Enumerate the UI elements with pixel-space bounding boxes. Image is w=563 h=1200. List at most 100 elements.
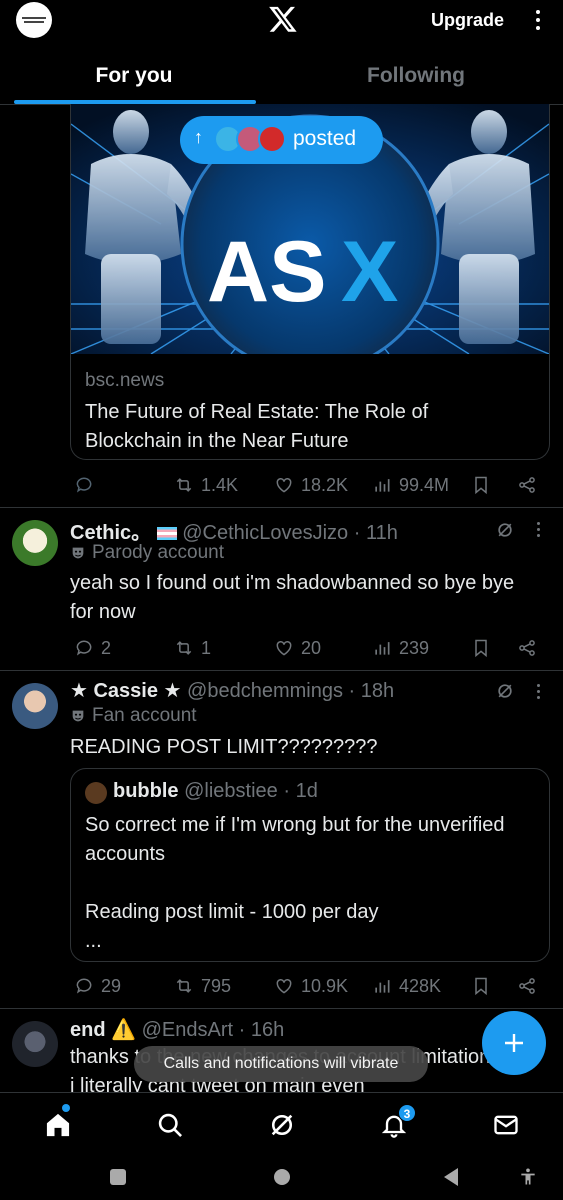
like-count: 20 bbox=[301, 637, 322, 658]
quoted-name: bubble bbox=[113, 780, 179, 802]
post-time: · 16h bbox=[238, 1019, 285, 1041]
author-name: Cethic。 bbox=[70, 522, 152, 544]
author-name: ★ Cassie ★ bbox=[70, 680, 182, 702]
account-label-text: Parody account bbox=[92, 542, 225, 563]
bookmark-button[interactable] bbox=[471, 470, 491, 500]
account-label: Parody account bbox=[70, 542, 224, 564]
recents-icon[interactable] bbox=[110, 1169, 126, 1185]
repost-count: 1 bbox=[201, 637, 212, 658]
upgrade-button[interactable]: Upgrade bbox=[431, 10, 504, 31]
reply-button[interactable]: 29 bbox=[74, 971, 121, 1001]
views-button[interactable]: 99.4M bbox=[372, 470, 449, 500]
account-label: Fan account bbox=[70, 705, 197, 727]
bottom-navigation bbox=[0, 1092, 563, 1156]
reply-icon bbox=[76, 978, 92, 994]
accessibility-icon[interactable] bbox=[518, 1166, 538, 1188]
reply-button[interactable]: 2 bbox=[74, 633, 111, 663]
reply-button[interactable] bbox=[74, 470, 101, 500]
quoted-time: · 1d bbox=[283, 780, 318, 802]
quoted-text: So correct me if I'm wrong but for the u… bbox=[85, 814, 505, 952]
home-circle-icon[interactable] bbox=[274, 1169, 290, 1185]
top-bar: Upgrade For you Following bbox=[0, 0, 563, 104]
repost-count: 795 bbox=[201, 975, 232, 996]
post-author[interactable]: Cethic。 @CethicLovesJizo · 11h bbox=[70, 516, 398, 545]
like-button[interactable]: 20 bbox=[274, 633, 321, 663]
avatar[interactable] bbox=[12, 1021, 58, 1067]
arrow-up-icon: ↑ bbox=[194, 127, 203, 147]
link-card-domain: bsc.news bbox=[85, 370, 165, 391]
quoted-avatar bbox=[85, 782, 107, 804]
post-text: READING POST LIMIT????????? bbox=[70, 736, 378, 758]
grok-icon[interactable] bbox=[495, 520, 515, 540]
messages-icon[interactable] bbox=[492, 1111, 520, 1139]
repost-icon bbox=[176, 641, 192, 655]
promoted-action-bar: 1.4K 18.2K 99.4M bbox=[70, 470, 550, 500]
post-text: yeah so I found out i'm shadowbanned so … bbox=[70, 572, 515, 623]
share-button[interactable] bbox=[517, 971, 537, 1001]
share-icon bbox=[519, 477, 535, 493]
fan-mask-icon bbox=[72, 710, 84, 722]
repost-icon bbox=[176, 478, 192, 492]
bookmark-button[interactable] bbox=[471, 971, 491, 1001]
repost-button[interactable]: 1 bbox=[174, 633, 211, 663]
share-button[interactable] bbox=[517, 470, 537, 500]
like-count: 10.9K bbox=[301, 975, 349, 996]
post-more-icon[interactable] bbox=[537, 684, 541, 700]
more-options-icon[interactable] bbox=[531, 8, 545, 32]
post-author[interactable]: ★ Cassie ★ @bedchemmings · 18h bbox=[70, 678, 394, 703]
post-more-icon[interactable] bbox=[537, 522, 541, 538]
asx-logo-x: X bbox=[341, 224, 398, 320]
post-action-bar: 29 795 10.9K 428K bbox=[70, 971, 550, 1001]
author-name: end bbox=[70, 1019, 106, 1041]
heart-icon bbox=[276, 640, 292, 656]
views-button[interactable]: 428K bbox=[372, 971, 441, 1001]
avatar[interactable] bbox=[12, 683, 58, 729]
views-icon bbox=[375, 980, 390, 993]
asx-logo-as: AS bbox=[207, 224, 326, 320]
profile-avatar[interactable] bbox=[16, 2, 52, 38]
tab-following[interactable]: Following bbox=[296, 64, 536, 88]
post-cethic[interactable]: Cethic。 @CethicLovesJizo · 11h Parody ac… bbox=[0, 508, 563, 670]
toast-message: Calls and notifications will vibrate bbox=[134, 1046, 428, 1082]
views-button[interactable]: 239 bbox=[372, 633, 429, 663]
trans-flag-icon bbox=[156, 527, 177, 541]
share-button[interactable] bbox=[517, 633, 537, 663]
post-action-bar: 2 1 20 239 bbox=[70, 633, 550, 663]
poster-avatar-3 bbox=[258, 125, 286, 153]
compose-button[interactable] bbox=[482, 1011, 546, 1075]
like-button[interactable]: 10.9K bbox=[274, 971, 348, 1001]
new-posts-pill[interactable]: ↑ posted bbox=[180, 116, 383, 164]
share-icon bbox=[519, 978, 535, 994]
post-time: · 18h bbox=[348, 680, 395, 702]
search-icon[interactable] bbox=[156, 1111, 184, 1139]
grok-icon[interactable] bbox=[268, 1111, 296, 1139]
plus-icon bbox=[505, 1034, 523, 1052]
system-navigation-bar bbox=[0, 1156, 563, 1200]
author-handle: @CethicLovesJizo bbox=[182, 522, 349, 544]
home-icon[interactable] bbox=[44, 1111, 72, 1139]
grok-icon[interactable] bbox=[495, 681, 515, 701]
quoted-author: bubble @liebstiee · 1d bbox=[113, 780, 318, 803]
repost-button[interactable]: 795 bbox=[174, 971, 231, 1001]
quoted-post[interactable]: bubble @liebstiee · 1d So correct me if … bbox=[70, 768, 550, 962]
posted-label: posted bbox=[293, 127, 357, 150]
link-card-title: The Future of Real Estate: The Role of B… bbox=[85, 401, 429, 452]
repost-button[interactable]: 1.4K bbox=[174, 470, 238, 500]
view-count: 99.4M bbox=[399, 474, 450, 495]
x-logo-icon bbox=[269, 6, 297, 32]
post-author[interactable]: end ⚠️ @EndsArt · 16h bbox=[70, 1017, 284, 1042]
back-icon[interactable] bbox=[444, 1168, 458, 1186]
like-count: 18.2K bbox=[301, 474, 349, 495]
heart-icon bbox=[276, 978, 292, 994]
bookmark-button[interactable] bbox=[471, 633, 491, 663]
account-label-text: Fan account bbox=[92, 705, 197, 726]
reply-count: 2 bbox=[101, 637, 112, 658]
tab-for-you[interactable]: For you bbox=[14, 64, 254, 88]
author-handle: @bedchemmings bbox=[187, 680, 343, 702]
views-icon bbox=[375, 479, 390, 492]
parody-mask-icon bbox=[72, 547, 84, 559]
like-button[interactable]: 18.2K bbox=[274, 470, 348, 500]
share-icon bbox=[519, 640, 535, 656]
views-icon bbox=[375, 642, 390, 655]
avatar[interactable] bbox=[12, 520, 58, 566]
